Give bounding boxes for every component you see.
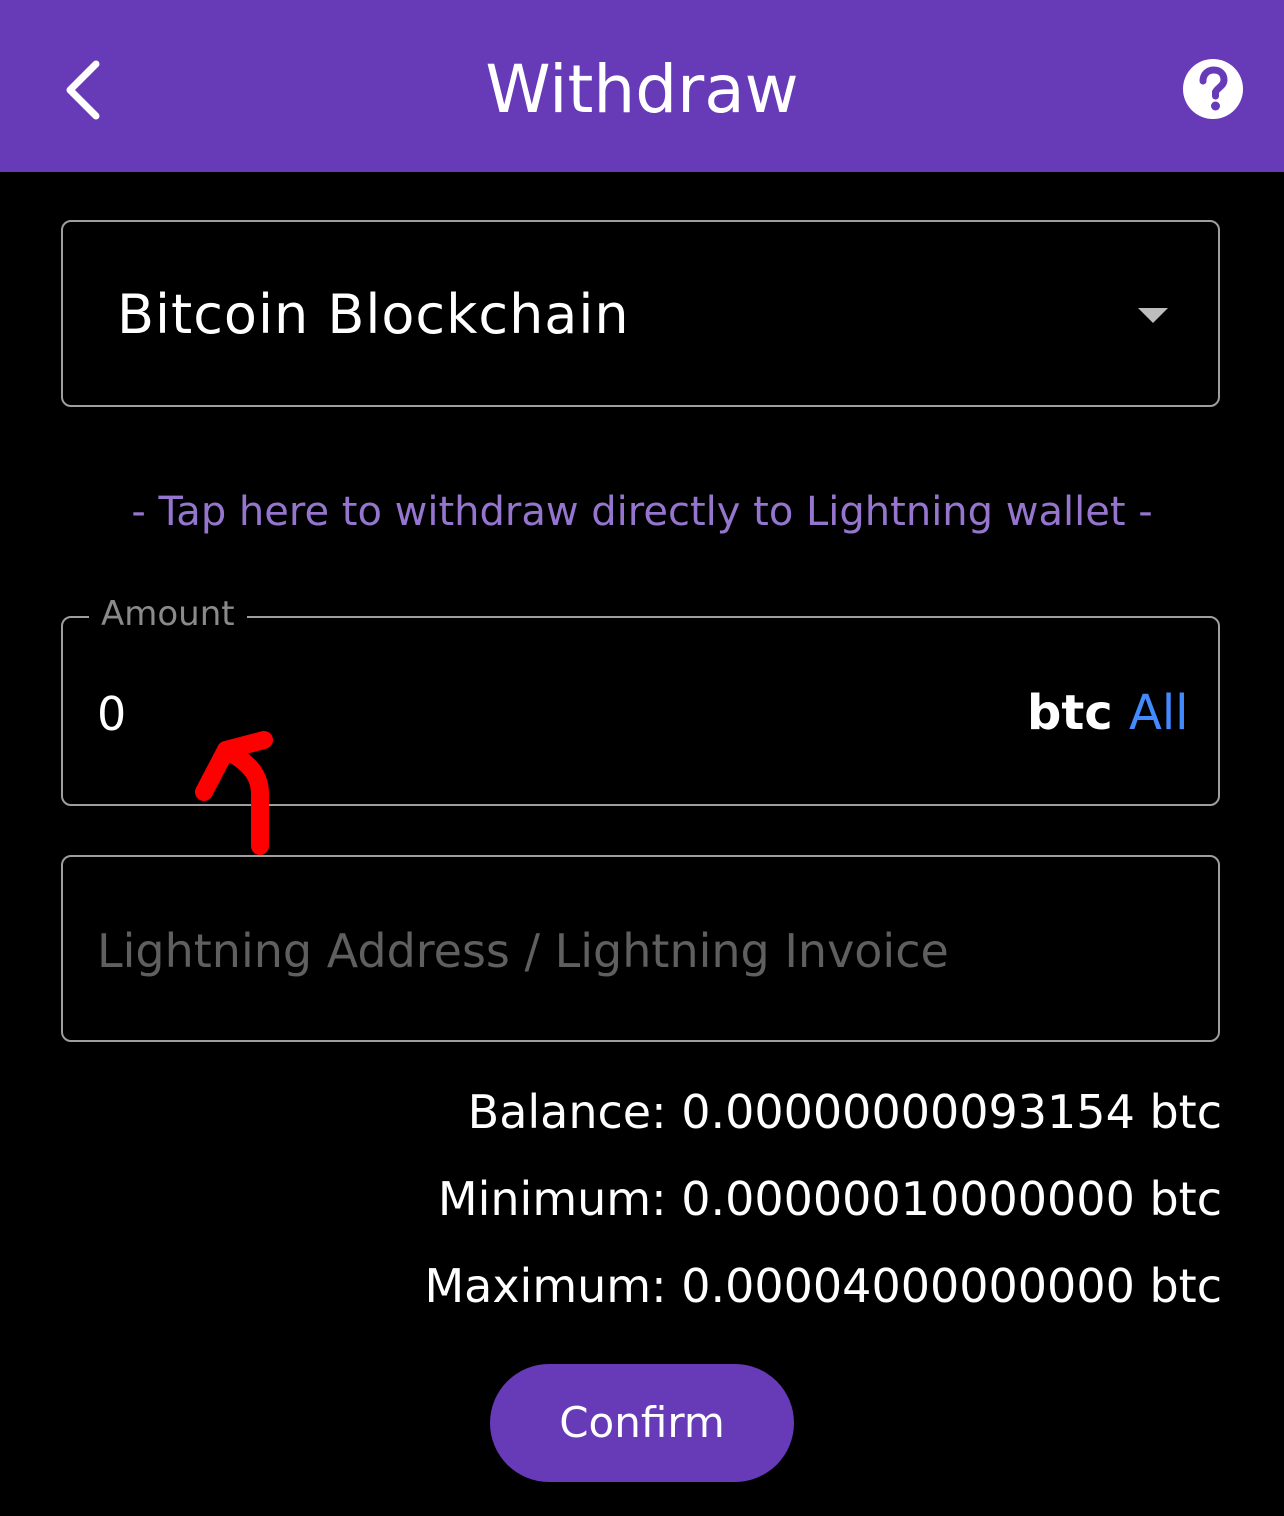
page-title: Withdraw [485, 51, 799, 128]
withdraw-screen: Withdraw Bitcoin Blockchain - Tap here t… [0, 0, 1284, 1516]
balance-text: Balance: 0.00000000093154 btc [467, 1085, 1222, 1139]
all-button[interactable]: All [1129, 682, 1189, 744]
amount-unit: btc [1027, 685, 1113, 741]
lightning-address-field [61, 855, 1220, 1042]
lightning-withdraw-link[interactable]: - Tap here to withdraw directly to Light… [0, 484, 1284, 540]
amount-label: Amount [89, 592, 247, 636]
help-button[interactable] [1182, 58, 1244, 120]
network-selected-value: Bitcoin Blockchain [117, 283, 630, 346]
lightning-address-input[interactable] [97, 913, 1187, 989]
caret-down-icon [1138, 308, 1168, 323]
maximum-text: Maximum: 0.00004000000000 btc [424, 1259, 1222, 1313]
confirm-button[interactable]: Confirm [490, 1364, 794, 1482]
annotation-arrow-icon [195, 731, 273, 855]
help-circle-icon [1183, 59, 1243, 119]
minimum-text: Minimum: 0.00000010000000 btc [437, 1172, 1222, 1226]
network-select[interactable]: Bitcoin Blockchain [61, 220, 1220, 407]
app-header: Withdraw [0, 0, 1284, 172]
